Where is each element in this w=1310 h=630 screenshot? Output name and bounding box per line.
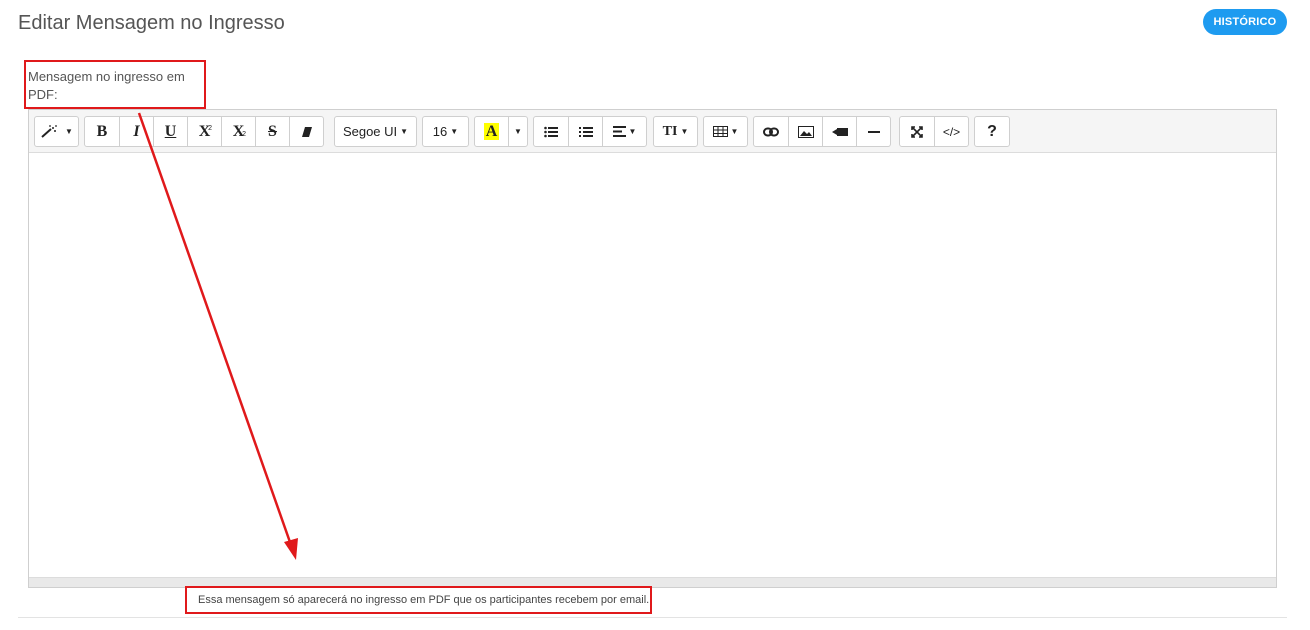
history-button[interactable]: HISTÓRICO <box>1203 9 1287 35</box>
ordered-list-button[interactable] <box>568 116 603 147</box>
font-family-value: Segoe UI <box>342 124 398 139</box>
horizontal-rule-button[interactable] <box>856 116 891 147</box>
font-size-dropdown[interactable]: 16 ▼ <box>422 116 469 147</box>
chevron-down-icon: ▼ <box>514 127 522 136</box>
superscript-button[interactable]: X2 <box>187 116 222 147</box>
text-size-button[interactable]: TI ▼ <box>653 116 698 147</box>
chevron-down-icon: ▼ <box>65 127 73 136</box>
eraser-icon <box>301 126 312 137</box>
divider <box>18 617 1287 618</box>
chevron-down-icon: ▼ <box>450 127 459 136</box>
video-icon <box>831 127 848 136</box>
view-group: </> <box>899 116 969 147</box>
magic-wand-icon <box>41 124 57 138</box>
font-size-value: 16 <box>432 124 448 139</box>
table-group: ▼ <box>703 116 748 147</box>
font-style-group: B I U X2 X2 S <box>84 116 324 147</box>
style-group: ▼ <box>34 116 79 147</box>
help-button[interactable]: ? <box>974 116 1010 147</box>
unordered-list-button[interactable] <box>533 116 569 147</box>
font-size-group: 16 ▼ <box>422 116 469 147</box>
help-group: ? <box>974 116 1010 147</box>
table-button[interactable]: ▼ <box>703 116 748 147</box>
horizontal-rule-icon <box>867 130 880 133</box>
text-size-group: TI ▼ <box>653 116 698 147</box>
table-icon <box>712 126 728 137</box>
ordered-list-icon <box>578 126 593 137</box>
editor-toolbar: ▼ B I U X2 X2 S Segoe UI ▼ 16 ▼ A ▼ ▼ TI… <box>29 110 1276 153</box>
style-button[interactable]: ▼ <box>34 116 79 147</box>
chevron-down-icon: ▼ <box>400 127 409 136</box>
color-group: A ▼ <box>474 116 528 147</box>
highlight-letter: A <box>483 123 500 140</box>
italic-button[interactable]: I <box>119 116 154 147</box>
chevron-down-icon: ▼ <box>680 127 689 136</box>
underline-button[interactable]: U <box>153 116 188 147</box>
highlight-color-button[interactable]: A <box>474 116 509 147</box>
bold-button[interactable]: B <box>84 116 120 147</box>
unordered-list-icon <box>544 126 558 137</box>
rich-text-editor: ▼ B I U X2 X2 S Segoe UI ▼ 16 ▼ A ▼ ▼ TI… <box>28 109 1277 588</box>
image-button[interactable] <box>788 116 823 147</box>
paragraph-group: ▼ <box>533 116 647 147</box>
chevron-down-icon: ▼ <box>730 127 739 136</box>
fullscreen-button[interactable] <box>899 116 935 147</box>
video-button[interactable] <box>822 116 857 147</box>
link-button[interactable] <box>753 116 789 147</box>
chevron-down-icon: ▼ <box>628 127 637 136</box>
color-dropdown-button[interactable]: ▼ <box>508 116 528 147</box>
link-icon <box>763 127 779 136</box>
align-button[interactable]: ▼ <box>602 116 647 147</box>
subscript-button[interactable]: X2 <box>221 116 256 147</box>
strikethrough-button[interactable]: S <box>255 116 290 147</box>
image-icon <box>797 125 814 138</box>
annotation-box-helper <box>185 586 652 614</box>
align-icon <box>612 126 626 137</box>
font-family-dropdown[interactable]: Segoe UI ▼ <box>334 116 417 147</box>
text-size-icon: TI <box>662 123 678 139</box>
fullscreen-icon <box>911 125 923 138</box>
editor-content-area[interactable] <box>29 153 1276 576</box>
page-title: Editar Mensagem no Ingresso <box>18 12 285 34</box>
font-family-group: Segoe UI ▼ <box>334 116 417 147</box>
insert-group <box>753 116 891 147</box>
annotation-box-label <box>24 60 206 109</box>
code-view-button[interactable]: </> <box>934 116 969 147</box>
clear-format-button[interactable] <box>289 116 324 147</box>
